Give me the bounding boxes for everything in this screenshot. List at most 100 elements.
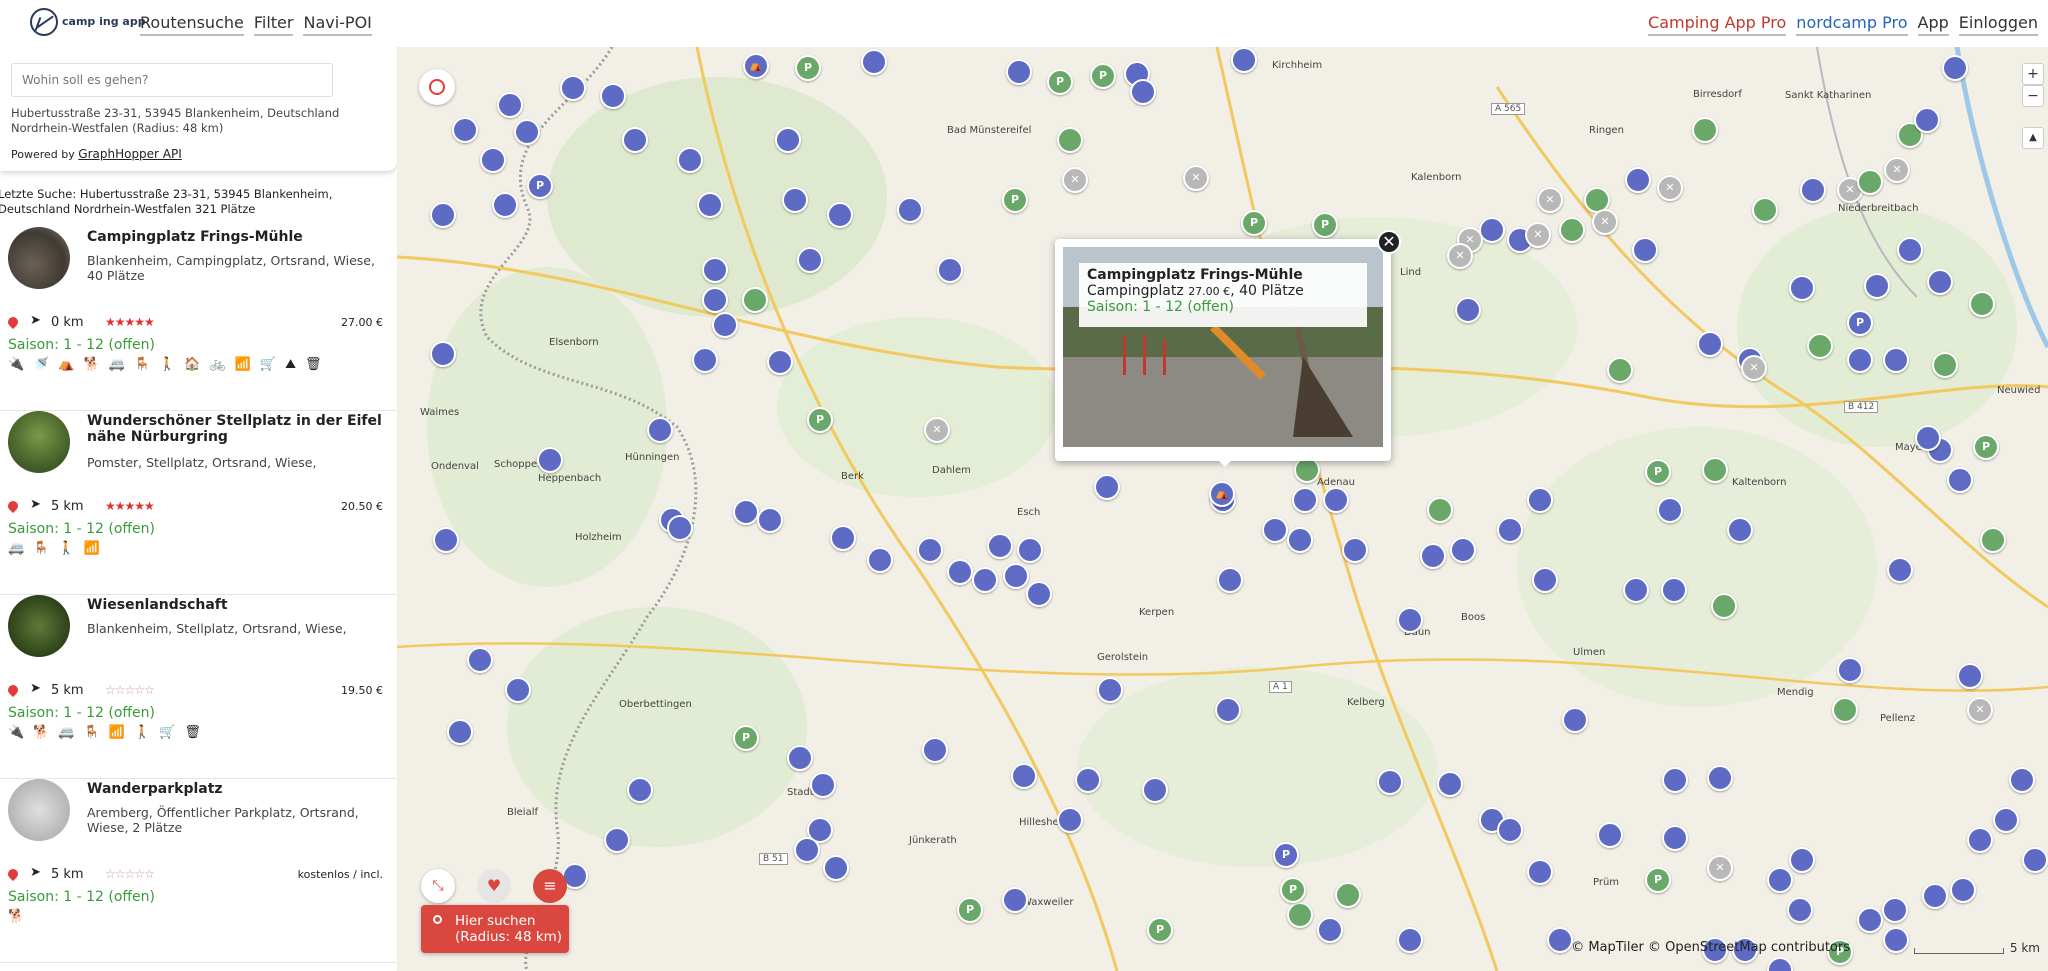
campsite-marker[interactable] — [1377, 769, 1403, 795]
campsite-marker[interactable] — [767, 349, 793, 375]
parking-marker[interactable] — [742, 287, 768, 313]
campsite-marker[interactable] — [827, 202, 853, 228]
campsite-marker[interactable] — [622, 127, 648, 153]
campsite-marker[interactable] — [937, 257, 963, 283]
campsite-marker[interactable] — [1787, 897, 1813, 923]
campsite-marker[interactable] — [1837, 657, 1863, 683]
campsite-marker[interactable] — [861, 49, 887, 75]
campsite-marker[interactable] — [647, 417, 673, 443]
place-popup[interactable]: Campingplatz Frings-Mühle Campingplatz 2… — [1055, 239, 1391, 461]
campsite-marker[interactable] — [1947, 467, 1973, 493]
parking-marker[interactable]: P — [1645, 459, 1671, 485]
campsite-marker[interactable] — [733, 499, 759, 525]
campsite-marker[interactable] — [1420, 543, 1446, 569]
parking-marker[interactable]: P — [1645, 867, 1671, 893]
campsite-marker[interactable] — [1323, 487, 1349, 513]
campsite-marker[interactable] — [1662, 825, 1688, 851]
campsite-marker[interactable] — [600, 83, 626, 109]
zoom-in-button[interactable]: + — [2022, 63, 2044, 85]
campsite-marker[interactable] — [1130, 79, 1156, 105]
location-pin-icon[interactable] — [5, 314, 21, 330]
parking-marker[interactable] — [1692, 117, 1718, 143]
closed-marker[interactable]: ✕ — [1657, 175, 1683, 201]
campsite-marker[interactable] — [1287, 527, 1313, 553]
parking-marker[interactable] — [1287, 902, 1313, 928]
campsite-marker[interactable] — [514, 119, 540, 145]
item-title[interactable]: Wiesenlandschaft — [87, 597, 387, 613]
campsite-marker[interactable] — [1527, 859, 1553, 885]
map-view[interactable]: Kirchheim Bad Münstereifel Ringen Birres… — [397, 47, 2048, 971]
campsite-marker[interactable] — [1597, 822, 1623, 848]
navigate-arrow-icon[interactable]: ➤ — [30, 313, 41, 328]
campsite-marker[interactable] — [1697, 331, 1723, 357]
campsite-marker[interactable] — [1882, 897, 1908, 923]
navigate-arrow-icon[interactable]: ➤ — [30, 681, 41, 696]
campsite-marker[interactable] — [810, 772, 836, 798]
location-pin-icon[interactable] — [5, 866, 21, 882]
campsite-marker[interactable] — [1632, 237, 1658, 263]
campsite-marker[interactable] — [1707, 765, 1733, 791]
campsite-marker[interactable] — [1914, 107, 1940, 133]
nav-filter[interactable]: Filter — [253, 13, 294, 36]
campsite-marker[interactable] — [1397, 607, 1423, 633]
campsite-marker[interactable] — [1662, 767, 1688, 793]
campsite-marker[interactable] — [1993, 807, 2019, 833]
campsite-marker[interactable] — [430, 341, 456, 367]
campsite-marker[interactable] — [1915, 425, 1941, 451]
parking-marker[interactable]: P — [1047, 69, 1073, 95]
parking-marker[interactable]: P — [1973, 434, 1999, 460]
nav-einloggen[interactable]: Einloggen — [1958, 13, 2038, 36]
campsite-marker[interactable] — [1927, 269, 1953, 295]
campsite-marker[interactable] — [972, 567, 998, 593]
campsite-marker[interactable] — [1003, 563, 1029, 589]
campsite-marker[interactable] — [604, 827, 630, 853]
campsite-marker[interactable] — [1942, 55, 1968, 81]
logo[interactable]: camp ing app — [30, 8, 146, 36]
campsite-marker[interactable] — [917, 537, 943, 563]
compass-button[interactable]: ▲ — [2022, 127, 2044, 149]
closed-marker[interactable]: ✕ — [1062, 167, 1088, 193]
campsite-marker[interactable] — [1967, 827, 1993, 853]
item-title[interactable]: Wanderparkplatz — [87, 781, 387, 797]
campsite-marker[interactable] — [447, 719, 473, 745]
campsite-marker[interactable] — [1002, 887, 1028, 913]
campsite-marker[interactable] — [1883, 927, 1909, 953]
parking-marker[interactable]: P — [1312, 212, 1338, 238]
campsite-marker[interactable] — [830, 525, 856, 551]
campsite-marker[interactable] — [1789, 275, 1815, 301]
campsite-marker[interactable] — [433, 527, 459, 553]
campsite-marker[interactable] — [787, 745, 813, 771]
navigate-arrow-icon[interactable]: ➤ — [30, 865, 41, 880]
campsite-marker[interactable] — [922, 737, 948, 763]
campsite-marker[interactable] — [1342, 537, 1368, 563]
campsite-marker[interactable] — [1075, 767, 1101, 793]
closed-marker[interactable]: ✕ — [1537, 187, 1563, 213]
parking-marker[interactable] — [1857, 169, 1883, 195]
graphhopper-link[interactable]: GraphHopper API — [78, 147, 182, 161]
campsite-marker[interactable] — [797, 247, 823, 273]
parking-marker[interactable]: P — [1280, 877, 1306, 903]
item-title[interactable]: Campingplatz Frings-Mühle — [87, 229, 387, 245]
campsite-marker[interactable] — [867, 547, 893, 573]
nav-navi-poi[interactable]: Navi-POI — [303, 13, 372, 36]
campsite-marker[interactable] — [697, 192, 723, 218]
parking-marker[interactable]: P — [1002, 187, 1028, 213]
campsite-marker[interactable] — [1057, 807, 1083, 833]
campsite-marker[interactable] — [1217, 567, 1243, 593]
campsite-marker[interactable] — [1317, 917, 1343, 943]
nav-routensuche[interactable]: Routensuche — [140, 13, 244, 36]
campsite-marker[interactable] — [492, 192, 518, 218]
campsite-marker[interactable] — [1864, 273, 1890, 299]
campsite-marker[interactable] — [794, 837, 820, 863]
popup-title[interactable]: Campingplatz Frings-Mühle — [1087, 267, 1359, 283]
closed-marker[interactable]: ✕ — [1884, 157, 1910, 183]
campsite-marker[interactable] — [1497, 517, 1523, 543]
campsite-marker[interactable] — [677, 147, 703, 173]
campsite-marker[interactable] — [537, 447, 563, 473]
nav-nordcamp-pro[interactable]: nordcamp Pro — [1796, 13, 1908, 36]
closed-marker[interactable]: ✕ — [1183, 165, 1209, 191]
route-icon[interactable]: ⤡ — [421, 869, 455, 903]
search-here-button[interactable]: Hier suchen (Radius: 48 km) — [421, 905, 569, 953]
campsite-marker[interactable] — [1292, 487, 1318, 513]
campsite-marker[interactable] — [467, 647, 493, 673]
